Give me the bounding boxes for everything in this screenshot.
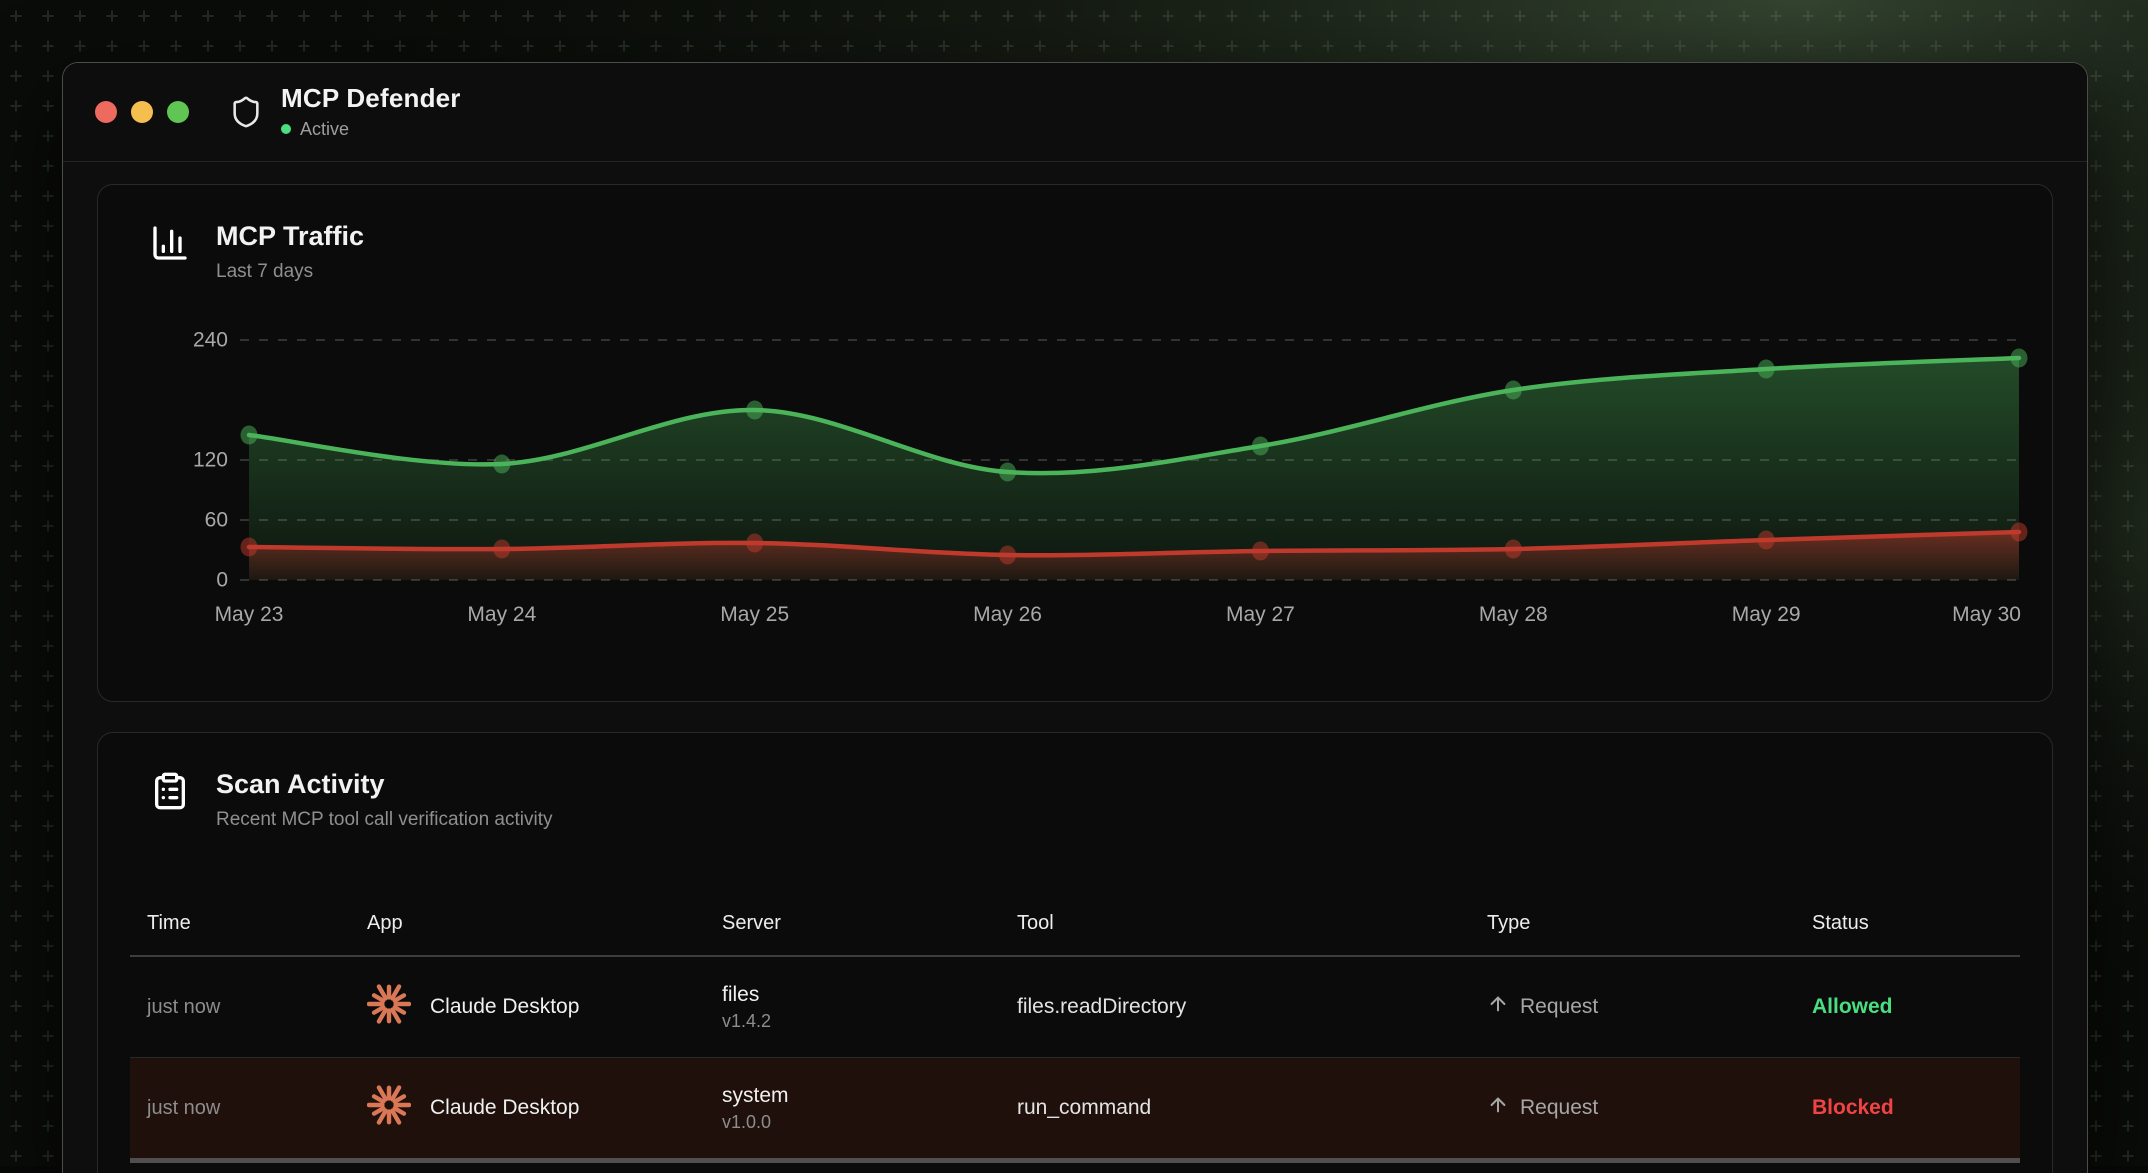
claude-logo-icon — [367, 982, 411, 1032]
mcp-traffic-card: MCP Traffic Last 7 days 0 60 120 240 May 23 M… — [97, 184, 2053, 702]
server-version: v1.4.2 — [722, 1011, 1000, 1032]
column-header-time: Time — [130, 912, 350, 935]
shield-icon — [229, 95, 263, 129]
column-header-app: App — [350, 912, 705, 935]
minimize-window-button[interactable] — [131, 101, 153, 123]
window-title: MCP Defender — [281, 84, 461, 113]
svg-text:May 27: May 27 — [1226, 603, 1295, 626]
close-window-button[interactable] — [95, 101, 117, 123]
svg-text:May 23: May 23 — [215, 603, 284, 626]
traffic-card-subtitle: Last 7 days — [216, 261, 364, 283]
table-header-row: Time App Server Tool Type Status — [130, 891, 2020, 957]
server-name: files — [722, 982, 1000, 1007]
type-cell: Request — [1470, 1094, 1795, 1122]
status-badge: Allowed — [1795, 995, 2020, 1019]
svg-text:60: 60 — [205, 509, 228, 532]
svg-text:May 26: May 26 — [973, 603, 1042, 626]
status-badge: Blocked — [1795, 1096, 2020, 1120]
zoom-window-button[interactable] — [167, 101, 189, 123]
app-cell: Claude Desktop — [350, 1083, 705, 1133]
time-value: just now — [130, 996, 350, 1019]
app-window: MCP Defender Active MCP Traffic Last 7 d… — [62, 62, 2088, 1173]
type-label: Request — [1520, 995, 1598, 1019]
active-status-dot-icon — [281, 124, 291, 134]
protection-status: Active — [281, 119, 461, 140]
traffic-card-title: MCP Traffic — [216, 221, 364, 252]
traffic-chart: 0 60 120 240 May 23 May 24 May 25 May 26 May 27 M… — [98, 325, 2054, 655]
column-header-status: Status — [1795, 912, 2020, 935]
traffic-card-header: MCP Traffic Last 7 days — [98, 185, 2052, 283]
svg-text:May 29: May 29 — [1732, 603, 1801, 626]
column-header-server: Server — [705, 912, 1000, 935]
server-cell: system v1.0.0 — [705, 1083, 1000, 1133]
server-cell: files v1.4.2 — [705, 982, 1000, 1032]
svg-text:0: 0 — [216, 569, 228, 592]
app-cell: Claude Desktop — [350, 982, 705, 1032]
scan-card-header: Scan Activity Recent MCP tool call verif… — [98, 733, 2052, 831]
app-name: Claude Desktop — [430, 1096, 579, 1120]
claude-logo-icon — [367, 1083, 411, 1133]
server-name: system — [722, 1083, 1000, 1108]
scan-card-title: Scan Activity — [216, 769, 553, 800]
scan-card-subtitle: Recent MCP tool call verification activi… — [216, 809, 553, 831]
server-version: v1.0.0 — [722, 1112, 1000, 1133]
scan-activity-table: Time App Server Tool Type Status just no… — [130, 891, 2020, 1163]
arrow-up-icon — [1487, 1094, 1509, 1122]
active-status-label: Active — [300, 119, 349, 140]
column-header-type: Type — [1470, 912, 1795, 935]
type-cell: Request — [1470, 993, 1795, 1021]
column-header-tool: Tool — [1000, 912, 1470, 935]
clipboard-list-icon — [150, 771, 190, 816]
type-label: Request — [1520, 1096, 1598, 1120]
time-value: just now — [130, 1097, 350, 1120]
tool-name: files.readDirectory — [1000, 995, 1470, 1019]
bar-chart-icon — [150, 223, 190, 268]
svg-text:May 25: May 25 — [720, 603, 789, 626]
svg-text:May 24: May 24 — [467, 603, 536, 626]
svg-text:240: 240 — [193, 329, 228, 352]
svg-text:120: 120 — [193, 449, 228, 472]
svg-text:May 28: May 28 — [1479, 603, 1548, 626]
tool-name: run_command — [1000, 1096, 1470, 1120]
table-bottom-divider — [130, 1158, 2020, 1163]
window-controls — [95, 101, 189, 123]
svg-text:May 30: May 30 — [1952, 603, 2021, 626]
scan-activity-card: Scan Activity Recent MCP tool call verif… — [97, 732, 2053, 1173]
table-row[interactable]: just now Claude Desktop files v1.4.2 fil… — [130, 957, 2020, 1058]
app-name: Claude Desktop — [430, 995, 579, 1019]
window-titlebar: MCP Defender Active — [63, 63, 2087, 162]
arrow-up-icon — [1487, 993, 1509, 1021]
table-row[interactable]: just now Claude Desktop system v1.0.0 ru… — [130, 1058, 2020, 1158]
main-content: MCP Traffic Last 7 days 0 60 120 240 May 23 M… — [63, 162, 2087, 1173]
